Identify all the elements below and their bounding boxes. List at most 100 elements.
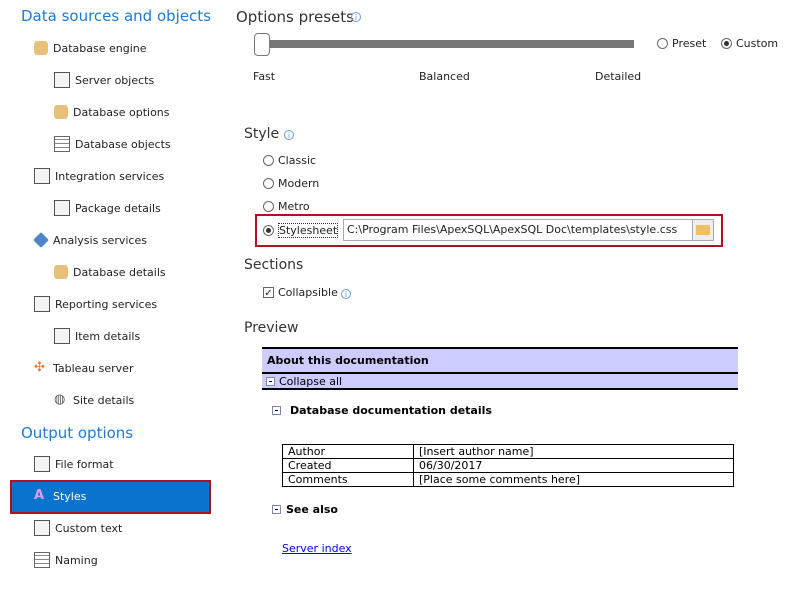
sidebar-item-label: Item details xyxy=(75,329,141,343)
label: Collapse all xyxy=(279,375,343,388)
sidebar-item[interactable]: Item details xyxy=(54,326,140,346)
radio-icon xyxy=(263,225,274,236)
output-options-heading: Output options xyxy=(21,424,134,442)
preset-slider-thumb[interactable] xyxy=(254,33,270,56)
collapsible-checkbox[interactable]: ✓ Collapsible xyxy=(263,286,338,299)
sidebar-item[interactable]: File format xyxy=(34,454,114,474)
database-details-icon xyxy=(54,265,68,279)
details-section-toggle[interactable]: Database documentation details xyxy=(272,404,492,417)
styles-icon: A xyxy=(34,488,45,503)
table-row: Comments [Place some comments here] xyxy=(282,472,734,487)
sidebar-item-label: Database objects xyxy=(75,137,171,151)
checkbox-icon: ✓ xyxy=(263,287,274,299)
style-modern-radio[interactable]: Modern xyxy=(263,177,319,190)
naming-icon xyxy=(34,552,50,568)
sidebar-item-label: Database engine xyxy=(53,41,147,55)
style-classic-radio[interactable]: Classic xyxy=(263,154,316,167)
sidebar-item[interactable]: ✣ Tableau server xyxy=(34,358,133,378)
sidebar-item-label: Analysis services xyxy=(53,233,147,247)
sidebar-item-label: Server objects xyxy=(75,73,155,87)
details-table: Author [Insert author name] Created 06/30/2… xyxy=(282,444,734,487)
file-icon xyxy=(34,456,50,472)
sidebar-item-label: Integration services xyxy=(55,169,165,183)
label: Modern xyxy=(278,177,320,190)
stylesheet-path-input[interactable]: C:\Program Files\ApexSQL\ApexSQL Doc\tem… xyxy=(343,219,696,241)
cell: Author xyxy=(282,444,414,459)
sidebar-item-label: Database details xyxy=(73,265,166,279)
sidebar-item-label: Styles xyxy=(53,489,87,503)
sidebar-item-label: Reporting services xyxy=(55,297,158,311)
preview-header-band: About this documentation Collapse all xyxy=(262,347,738,390)
table-icon xyxy=(54,136,70,152)
sidebar-item-label: Custom text xyxy=(55,521,123,535)
radio-icon xyxy=(263,155,274,166)
cell: Comments xyxy=(282,472,414,487)
style-stylesheet-radio[interactable]: Stylesheet xyxy=(263,223,339,238)
custom-radio[interactable]: Custom xyxy=(721,37,778,50)
minus-icon xyxy=(272,505,281,514)
sidebar-item[interactable]: Analysis services xyxy=(33,230,147,250)
globe-icon: ◍ xyxy=(54,392,66,407)
slider-label-detailed: Detailed xyxy=(595,70,642,83)
sidebar-item-label: Naming xyxy=(55,553,98,567)
sidebar-item-label: File format xyxy=(55,457,114,471)
options-presets-title: Options presets xyxy=(236,8,354,26)
see-also-toggle[interactable]: See also xyxy=(272,503,338,516)
report-icon xyxy=(34,296,50,312)
sidebar-item[interactable]: Reporting services xyxy=(34,294,157,314)
server-objects-icon xyxy=(54,72,70,88)
radio-icon xyxy=(263,201,274,212)
sidebar-item[interactable]: ◍ Site details xyxy=(54,390,134,410)
sidebar-item-label: Database options xyxy=(73,105,170,119)
cell: [Insert author name] xyxy=(413,444,734,459)
sidebar-item[interactable]: Database objects xyxy=(54,134,171,154)
tableau-icon: ✣ xyxy=(34,360,45,375)
label: Metro xyxy=(278,200,310,213)
info-icon[interactable]: i xyxy=(284,130,294,140)
preset-radio[interactable]: Preset xyxy=(657,37,706,50)
sidebar-item[interactable]: Database engine xyxy=(34,38,147,58)
label: See also xyxy=(286,503,338,516)
sidebar-item[interactable]: Integration services xyxy=(34,166,164,186)
info-icon[interactable]: i xyxy=(341,289,351,299)
minus-icon xyxy=(266,377,275,386)
minus-icon xyxy=(272,406,281,415)
sidebar-item-label: Tableau server xyxy=(53,361,134,375)
cube-icon xyxy=(33,232,49,248)
item-icon xyxy=(54,328,70,344)
document-icon xyxy=(34,520,50,536)
sidebar-item[interactable]: Database details xyxy=(54,262,166,282)
info-icon[interactable]: i xyxy=(351,12,361,22)
table-row: Author [Insert author name] xyxy=(282,444,734,459)
style-title: Style xyxy=(244,126,280,142)
sidebar-item[interactable]: Naming xyxy=(34,550,98,570)
label: Classic xyxy=(278,154,317,167)
style-metro-radio[interactable]: Metro xyxy=(263,200,310,213)
label: Collapsible xyxy=(278,286,338,299)
sidebar-item[interactable]: Package details xyxy=(54,198,161,218)
sidebar-item-label: Site details xyxy=(73,393,135,407)
browse-button[interactable] xyxy=(692,219,714,241)
custom-label: Custom xyxy=(736,37,779,50)
preset-label: Preset xyxy=(672,37,707,50)
preview-title: Preview xyxy=(244,320,299,336)
server-index-link[interactable]: Server index xyxy=(282,542,352,555)
sidebar-item[interactable]: Database options xyxy=(54,102,170,122)
preset-slider-track[interactable] xyxy=(262,40,634,48)
sidebar-item[interactable]: Custom text xyxy=(34,518,122,538)
database-options-icon xyxy=(54,105,68,119)
radio-icon xyxy=(263,178,274,189)
label: Database documentation details xyxy=(290,404,492,417)
integration-icon xyxy=(34,168,50,184)
cell: Created xyxy=(282,458,414,473)
folder-icon xyxy=(696,225,710,235)
cell: [Place some comments here] xyxy=(413,472,734,487)
sidebar-item[interactable]: Server objects xyxy=(54,70,154,90)
collapse-all[interactable]: Collapse all xyxy=(266,375,342,388)
sections-title: Sections xyxy=(244,257,304,273)
sidebar-item[interactable]: A Styles xyxy=(34,486,86,506)
package-icon xyxy=(54,200,70,216)
radio-icon xyxy=(657,38,668,49)
radio-icon xyxy=(721,38,732,49)
slider-label-balanced: Balanced xyxy=(419,70,470,83)
